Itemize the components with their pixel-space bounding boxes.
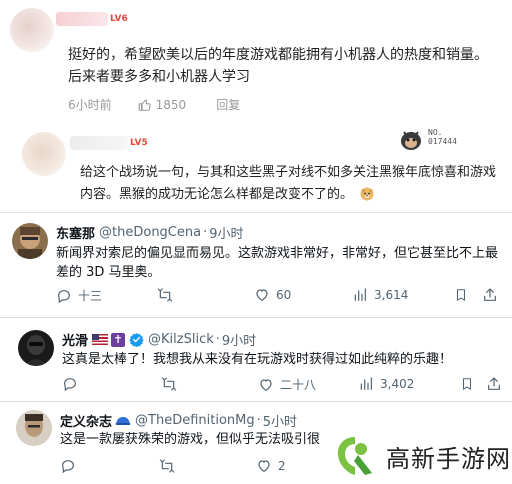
- tweet-text: 这是一款屡获殊荣的游戏，但似乎无法吸引很: [60, 432, 321, 447]
- comment1-level-badge: LV6: [110, 14, 128, 24]
- share-button[interactable]: [486, 376, 508, 392]
- like-count: 二十八: [280, 378, 317, 392]
- reply-button[interactable]: [60, 458, 82, 474]
- heart-icon: [258, 460, 270, 473]
- reply-button[interactable]: [62, 376, 84, 392]
- share-icon: [484, 288, 496, 301]
- forum-comments: LV6 挺好的，希望欧美以后的年度游戏都能拥有小机器人的热度和销量。后来者要多多…: [0, 0, 512, 212]
- kilzslick-avatar[interactable]: [18, 330, 54, 366]
- us-flag-icon: [92, 334, 109, 345]
- tweet-kilzslick[interactable]: 光滑 ✝ @KilzSlick · 9小时 这真是太棒了！我想我从来没有在玩游戏…: [0, 318, 512, 402]
- comment1-like-button[interactable]: 1850: [138, 97, 187, 112]
- bookmark-icon: [456, 289, 466, 301]
- comment1-meta: 6小时前 1850 回复: [68, 96, 240, 113]
- dongcena-header: 东塞那 @theDongCena · 9小时: [56, 223, 244, 242]
- comment2-username-blurred[interactable]: [70, 136, 128, 150]
- thedefinitionmg-avatar[interactable]: [16, 410, 52, 446]
- tweet-actions: 十三 60 3,614: [0, 287, 512, 307]
- cap-icon: [115, 416, 131, 425]
- author-name[interactable]: 东塞那: [56, 223, 95, 242]
- retweet-icon: [157, 288, 173, 302]
- gaoxin-logo-icon: [337, 437, 372, 475]
- comment1-time: 6小时前: [68, 98, 112, 112]
- retweet-button[interactable]: [160, 376, 184, 392]
- views-button[interactable]: 3,614: [352, 287, 408, 303]
- reply-icon: [64, 378, 76, 392]
- author-name[interactable]: 定义杂志: [60, 411, 112, 430]
- comment2-avatar[interactable]: [22, 132, 66, 176]
- separator-dot: ·: [203, 225, 208, 240]
- heart-icon: [260, 378, 272, 391]
- monkey-badge-icon: [401, 131, 421, 150]
- author-handle[interactable]: @theDongCena: [99, 225, 201, 240]
- tweet-time[interactable]: 5小时: [263, 411, 297, 430]
- comment2-text-body: 给这个战场说一句，与其和这些黑子对线不如多关注黑猴年底惊喜和游戏内容。黑猴的成功…: [80, 165, 497, 202]
- bookmark-icon: [462, 378, 472, 390]
- comment1-reply-button[interactable]: 回复: [216, 96, 240, 113]
- heart-icon: [256, 289, 268, 302]
- view-count: 3,614: [374, 288, 409, 302]
- author-handle[interactable]: @KilzSlick: [148, 332, 214, 347]
- views-chart-icon: [354, 288, 366, 301]
- tweet-text: 新闻界对索尼的偏见显而易见。这款游戏非常好，非常好，但它甚至比不上最差的 3D …: [56, 246, 499, 280]
- dongcena-avatar[interactable]: [12, 223, 48, 259]
- separator-dot: ·: [256, 413, 261, 428]
- tweet-actions: 二十八 3,402: [0, 376, 512, 396]
- separator-dot: ·: [215, 332, 220, 347]
- cross-icon: ✝: [111, 332, 126, 347]
- like-button[interactable]: 二十八: [258, 376, 316, 393]
- badge-no-label: NO.: [428, 128, 443, 137]
- tweet-time[interactable]: 9小时: [222, 330, 256, 349]
- share-button[interactable]: [482, 287, 504, 303]
- comment2-text: 给这个战场说一句，与其和这些黑子对线不如多关注黑猴年底惊喜和游戏内容。黑猴的成功…: [80, 162, 500, 206]
- like-count: 2: [278, 459, 286, 473]
- like-button[interactable]: 60: [254, 287, 291, 303]
- author-handle[interactable]: @TheDefinitionMg: [135, 413, 255, 428]
- views-chart-icon: [360, 377, 372, 390]
- bookmark-button[interactable]: [460, 376, 480, 392]
- retweet-icon: [159, 459, 175, 473]
- tweet-time[interactable]: 9小时: [209, 223, 243, 242]
- comment1-like-count: 1850: [155, 97, 187, 112]
- thedefinitionmg-header: 定义杂志 @TheDefinitionMg · 5小时: [60, 411, 297, 430]
- verified-badge-icon: [129, 332, 144, 347]
- author-name[interactable]: 光滑: [62, 330, 88, 349]
- badge-id: 017444: [428, 137, 457, 146]
- watermark-text: 高新手游网: [386, 444, 511, 473]
- doge-emoji-icon: [360, 187, 374, 201]
- kilzslick-header: 光滑 ✝ @KilzSlick · 9小时: [62, 330, 256, 349]
- share-icon: [488, 377, 500, 390]
- retweet-button[interactable]: [158, 458, 182, 474]
- reply-button[interactable]: 十三: [56, 287, 102, 304]
- retweet-button[interactable]: [156, 287, 180, 303]
- comment2-badge-number: NO. 017444: [428, 128, 457, 146]
- view-count: 3,402: [380, 377, 415, 391]
- comment1-username-blurred[interactable]: [56, 12, 108, 26]
- tweet-text: 这真是太棒了！我想我从来没有在玩游戏时获得过如此纯粹的乐趣！: [62, 352, 453, 367]
- reply-icon: [58, 289, 70, 303]
- like-count: 60: [276, 288, 292, 302]
- tweet-dongcena[interactable]: 东塞那 @theDongCena · 9小时 新闻界对索尼的偏见显而易见。这款游…: [0, 212, 512, 318]
- comment2-level-badge: LV5: [130, 138, 148, 148]
- like-button[interactable]: 2: [256, 458, 286, 474]
- thumbs-up-icon: [138, 99, 151, 111]
- site-watermark: 高新手游网: [326, 428, 512, 484]
- bookmark-button[interactable]: [454, 287, 474, 303]
- retweet-icon: [161, 377, 177, 391]
- views-button[interactable]: 3,402: [358, 376, 414, 392]
- reply-count: 十三: [78, 289, 103, 303]
- reply-icon: [62, 460, 74, 474]
- comment1-text: 挺好的，希望欧美以后的年度游戏都能拥有小机器人的热度和销量。后来者要多多和小机器…: [68, 47, 488, 85]
- comment1-avatar[interactable]: [10, 8, 54, 52]
